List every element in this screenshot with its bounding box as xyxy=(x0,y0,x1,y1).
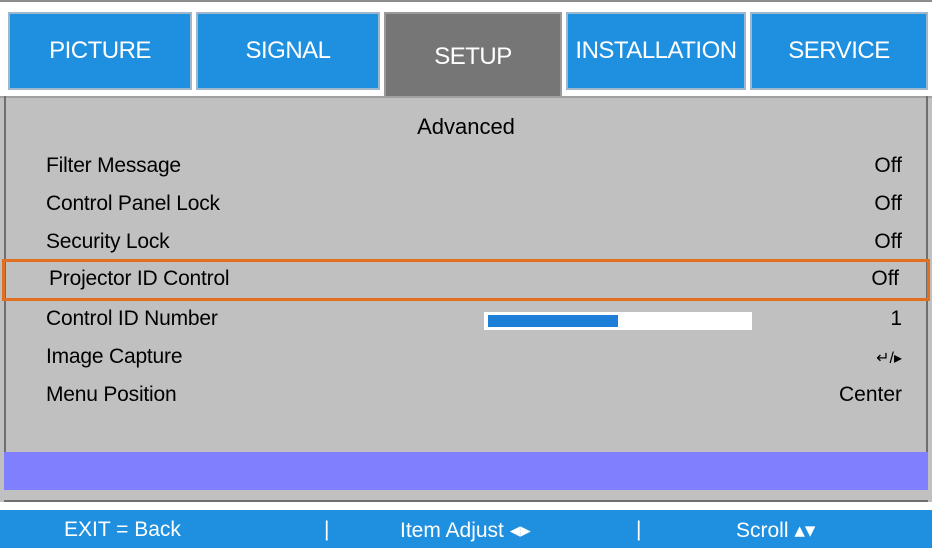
menu-row-security-lock[interactable]: Security Lock Off xyxy=(4,222,928,260)
menu-row-value: Off xyxy=(874,192,902,215)
menu-row-menu-position[interactable]: Menu Position Center xyxy=(4,375,928,413)
menu-row-label: Menu Position xyxy=(46,383,177,406)
item-adjust-hint: Item Adjust ◂▸ xyxy=(400,519,531,542)
footer-separator: | xyxy=(324,518,330,541)
menu-row-value: Off xyxy=(871,267,899,290)
help-message-bar xyxy=(4,452,928,490)
menu-row-label: Control ID Number xyxy=(46,307,218,330)
menu-row-value: Off xyxy=(874,154,902,177)
exit-hint: EXIT = Back xyxy=(64,518,181,541)
tab-service[interactable]: SERVICE xyxy=(750,12,928,90)
projector-osd-menu: PICTURE SIGNAL SETUP INSTALLATION SERVIC… xyxy=(0,0,932,548)
scroll-hint: Scroll ▴▾ xyxy=(736,519,816,542)
menu-row-label: Filter Message xyxy=(46,154,181,177)
tab-picture[interactable]: PICTURE xyxy=(8,12,192,90)
control-id-slider[interactable] xyxy=(484,312,752,330)
navigation-footer: EXIT = Back | Item Adjust ◂▸ | Scroll ▴▾ xyxy=(0,510,932,548)
menu-row-value: Off xyxy=(874,230,902,253)
menu-row-control-panel-lock[interactable]: Control Panel Lock Off xyxy=(4,184,928,222)
tab-installation[interactable]: INSTALLATION xyxy=(566,12,746,90)
tab-signal[interactable]: SIGNAL xyxy=(196,12,380,90)
menu-row-label: Image Capture xyxy=(46,345,183,368)
menu-row-value: 1 xyxy=(890,307,902,330)
menu-row-image-capture[interactable]: Image Capture ↵/▸ xyxy=(4,337,928,375)
enter-arrow-icon: ↵/▸ xyxy=(876,350,902,367)
menu-row-label: Control Panel Lock xyxy=(46,192,220,215)
tab-setup[interactable]: SETUP xyxy=(384,12,562,100)
menu-row-label: Projector ID Control xyxy=(49,267,230,290)
menu-row-value: Center xyxy=(838,383,902,406)
footer-separator: | xyxy=(636,518,642,541)
panel-title: Advanced xyxy=(417,114,515,139)
panel-bottom-strip xyxy=(4,490,928,502)
menu-tab-bar: PICTURE SIGNAL SETUP INSTALLATION SERVIC… xyxy=(0,0,932,100)
menu-row-filter-message[interactable]: Filter Message Off xyxy=(4,146,928,184)
menu-row-projector-id-control[interactable]: Projector ID Control Off xyxy=(2,259,930,301)
slider-fill xyxy=(488,315,618,327)
menu-row-control-id-number[interactable]: Control ID Number 1 xyxy=(4,299,928,337)
menu-row-label: Security Lock xyxy=(46,230,170,253)
